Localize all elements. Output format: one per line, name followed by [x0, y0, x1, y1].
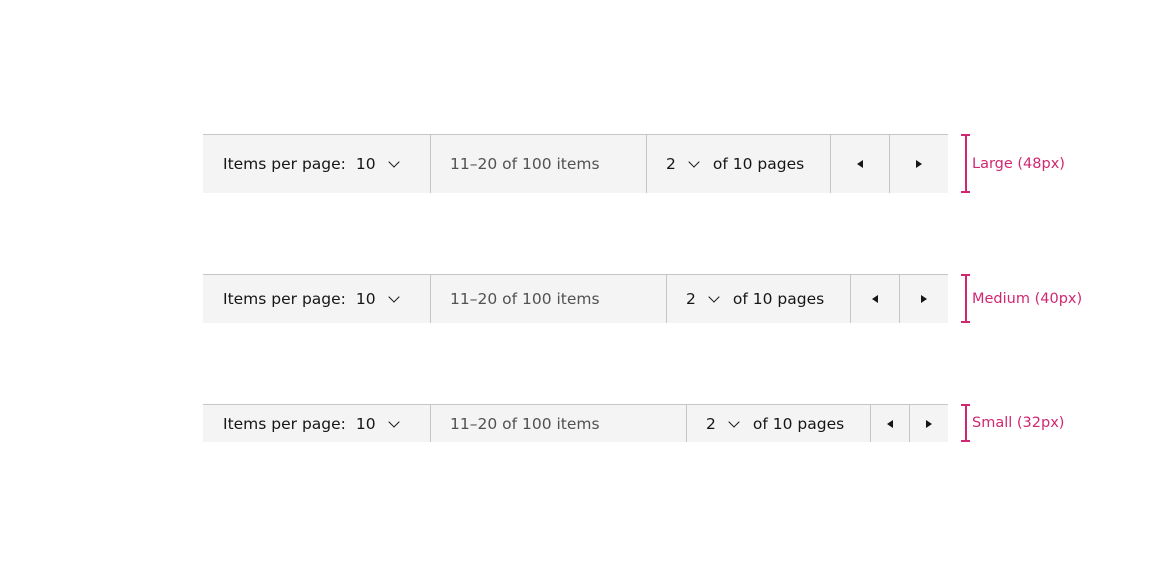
- caret-left-icon: [872, 295, 878, 303]
- page-select[interactable]: 2: [666, 155, 700, 173]
- size-annotation-small: Small (32px): [961, 404, 1064, 442]
- size-annotation-large: Large (48px): [961, 134, 1065, 193]
- size-label: Large (48px): [972, 155, 1065, 172]
- next-page-button[interactable]: [909, 405, 948, 442]
- page-total-text: of 10 pages: [752, 414, 845, 433]
- items-per-page-select[interactable]: 10: [355, 290, 400, 308]
- pagination-large: Items per page: 10 11–20 of 100 items 2 …: [203, 134, 948, 193]
- page-total-text: of 10 pages: [712, 155, 805, 173]
- previous-page-button[interactable]: [830, 135, 889, 193]
- chevron-down-icon: [728, 415, 740, 428]
- item-range-text: 11–20 of 100 items: [450, 155, 600, 173]
- caret-right-icon: [921, 295, 927, 303]
- size-label: Medium (40px): [972, 290, 1083, 307]
- items-per-page: Items per page: 10: [203, 275, 431, 323]
- page-value: 2: [686, 290, 696, 308]
- items-per-page-label: Items per page:: [223, 290, 346, 308]
- chevron-down-icon: [387, 415, 400, 428]
- next-page-button[interactable]: [889, 135, 948, 193]
- caret-left-icon: [887, 419, 893, 428]
- chevron-down-icon: [688, 156, 700, 168]
- page-selector: 2 of 10 pages: [686, 405, 870, 442]
- page-selector: 2 of 10 pages: [666, 275, 850, 323]
- chevron-down-icon: [387, 156, 400, 168]
- item-range-text: 11–20 of 100 items: [450, 290, 600, 308]
- page-value: 2: [666, 155, 676, 173]
- items-per-page-value: 10: [355, 290, 376, 308]
- items-per-page: Items per page: 10: [203, 405, 431, 442]
- items-per-page-select[interactable]: 10: [355, 155, 400, 173]
- height-bracket-icon: [961, 404, 970, 442]
- chevron-down-icon: [708, 291, 720, 303]
- items-per-page-value: 10: [355, 155, 376, 173]
- caret-right-icon: [926, 419, 932, 428]
- item-range-text: 11–20 of 100 items: [450, 414, 600, 433]
- caret-right-icon: [916, 160, 922, 168]
- next-page-button[interactable]: [899, 275, 948, 323]
- chevron-down-icon: [387, 291, 400, 303]
- page-total-text: of 10 pages: [732, 290, 825, 308]
- previous-page-button[interactable]: [850, 275, 899, 323]
- pagination-medium: Items per page: 10 11–20 of 100 items 2 …: [203, 274, 948, 323]
- items-per-page-value: 10: [355, 414, 376, 433]
- height-bracket-icon: [961, 134, 970, 193]
- page-select[interactable]: 2: [706, 414, 740, 433]
- pagination-small: Items per page: 10 11–20 of 100 items 2 …: [203, 404, 948, 442]
- height-bracket-icon: [961, 274, 970, 323]
- size-annotation-medium: Medium (40px): [961, 274, 1082, 323]
- page-value: 2: [706, 414, 716, 433]
- items-per-page-select[interactable]: 10: [355, 414, 400, 433]
- page-selector: 2 of 10 pages: [646, 135, 830, 193]
- caret-left-icon: [857, 160, 863, 168]
- previous-page-button[interactable]: [870, 405, 909, 442]
- size-label: Small (32px): [972, 415, 1065, 431]
- items-per-page: Items per page: 10: [203, 135, 431, 193]
- page-select[interactable]: 2: [686, 290, 720, 308]
- items-per-page-label: Items per page:: [223, 155, 346, 173]
- items-per-page-label: Items per page:: [223, 414, 346, 433]
